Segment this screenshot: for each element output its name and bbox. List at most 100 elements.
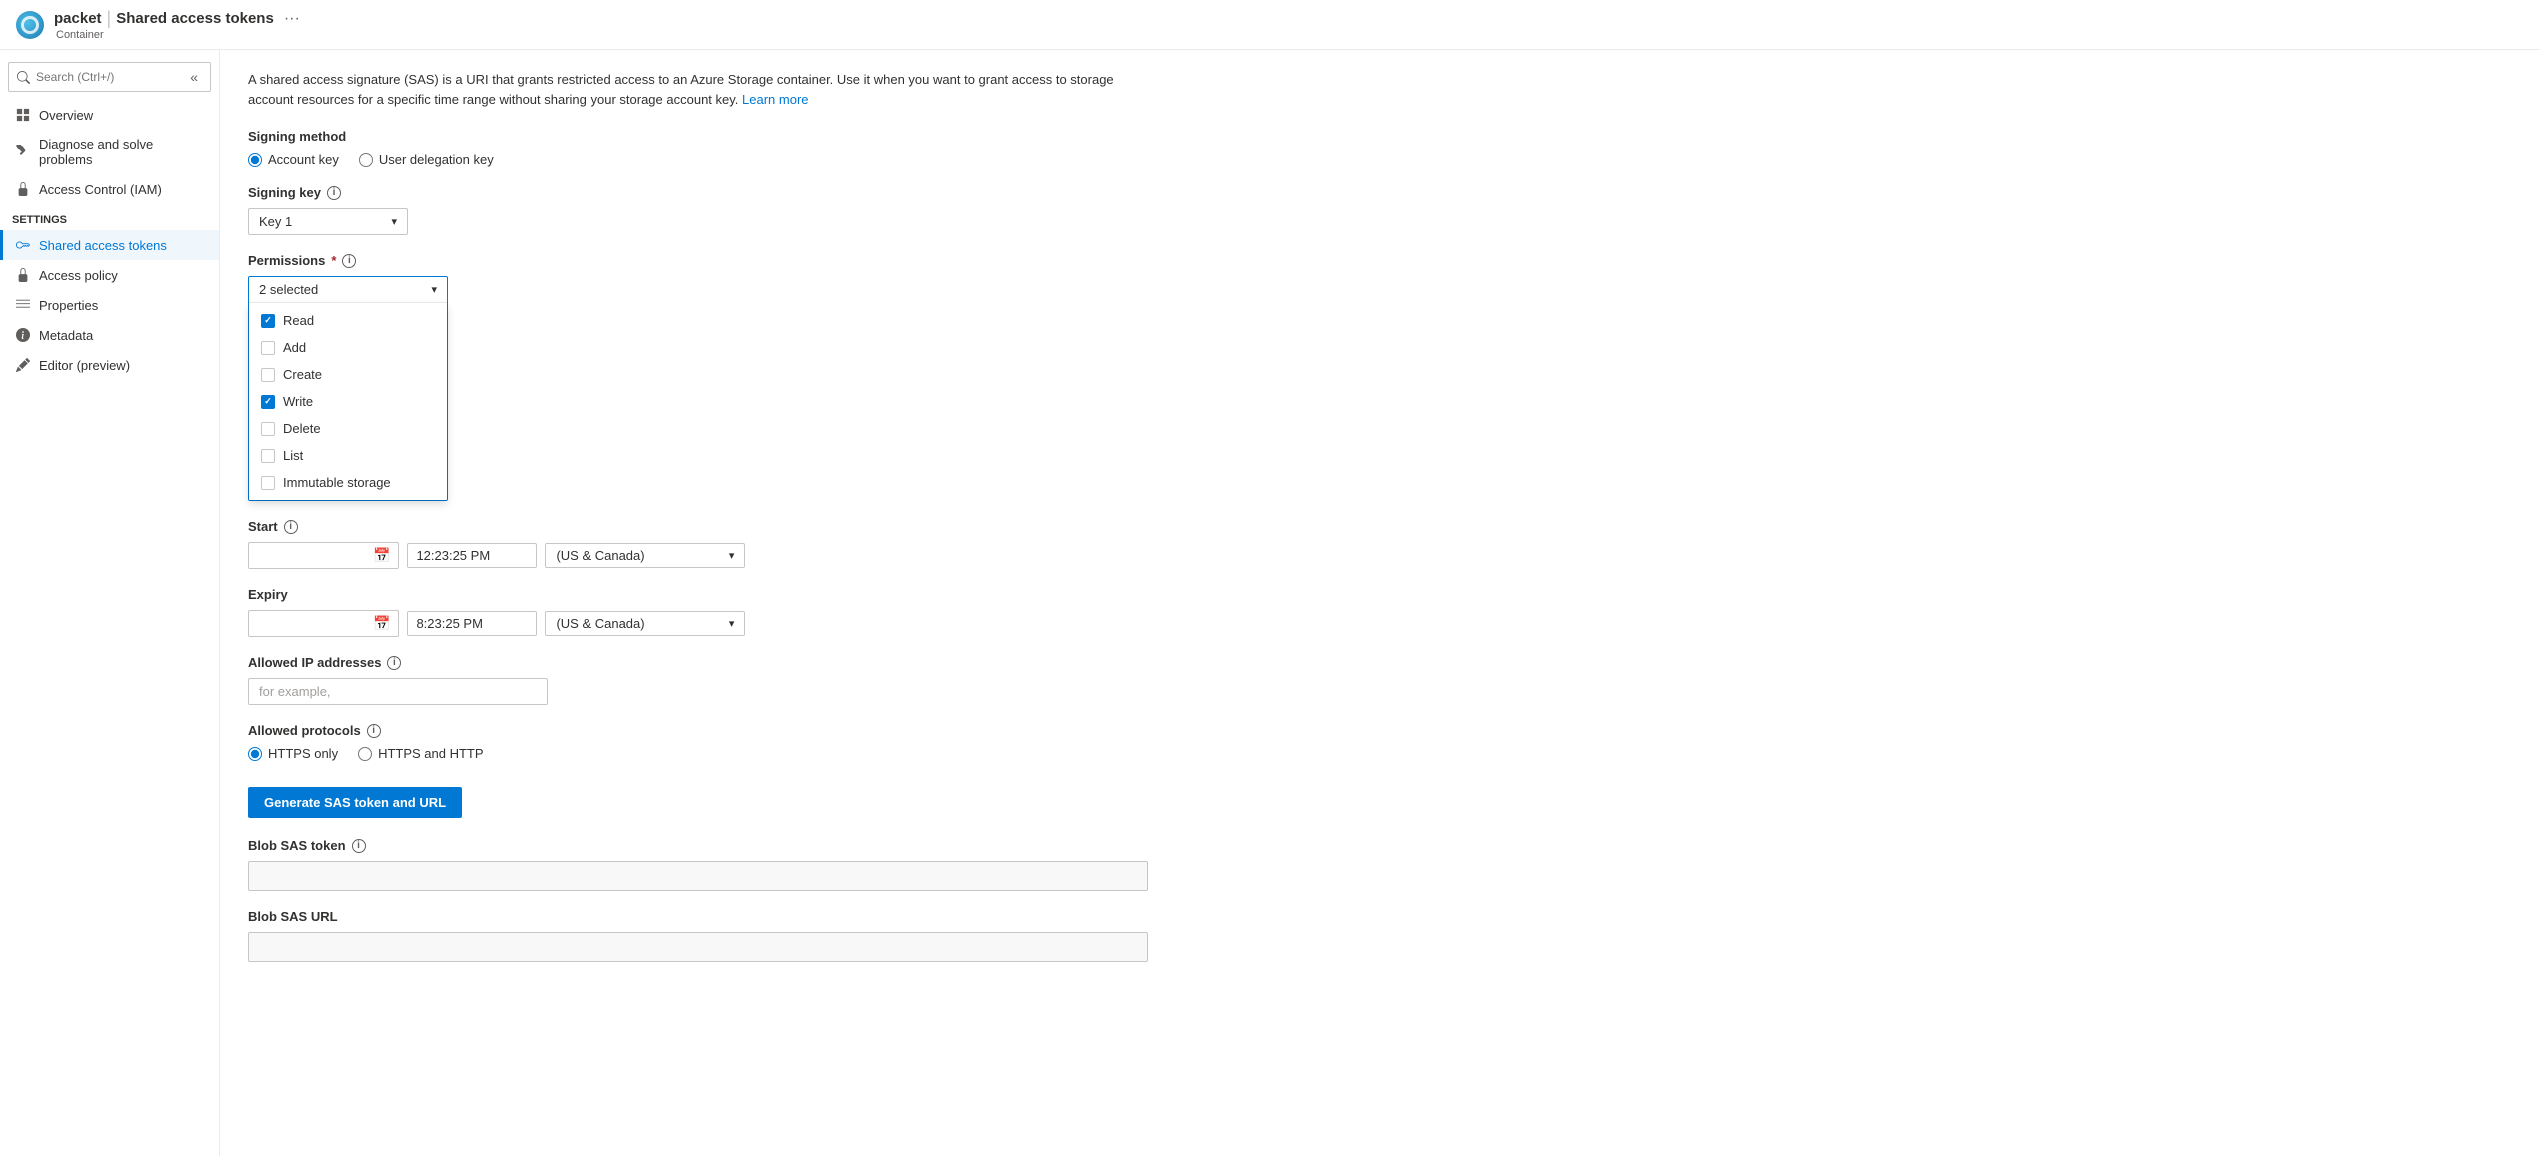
list-label: List	[283, 448, 303, 463]
expiry-date-input-wrapper[interactable]: 📅	[248, 610, 399, 637]
expiry-datetime-section: Expiry 📅 (US & Canada) ▾	[248, 587, 2512, 637]
https-http-radio[interactable]	[358, 747, 372, 761]
expiry-datetime-row: 📅 (US & Canada) ▾	[248, 610, 2512, 637]
pencil-icon	[15, 357, 31, 373]
expiry-date-input[interactable]	[257, 616, 367, 631]
resource-subtitle: Container	[56, 29, 300, 41]
write-checkbox[interactable]	[261, 395, 275, 409]
permissions-list: Read Add Create Write	[249, 303, 447, 500]
overview-icon	[15, 107, 31, 123]
sidebar-diagnose-label: Diagnose and solve problems	[39, 137, 207, 167]
header-ellipsis-menu[interactable]: ···	[284, 10, 300, 28]
page-title: Shared access tokens	[116, 10, 274, 27]
sidebar-item-iam[interactable]: Access Control (IAM)	[0, 174, 219, 204]
https-only-label: HTTPS only	[268, 746, 338, 761]
expiry-calendar-icon[interactable]: 📅	[373, 615, 390, 632]
blob-sas-token-info-icon[interactable]: i	[352, 839, 366, 853]
account-key-label: Account key	[268, 152, 339, 167]
permissions-selected-text: 2 selected	[259, 282, 318, 297]
read-label: Read	[283, 313, 314, 328]
start-date-input[interactable]	[257, 548, 367, 563]
sidebar-shared-access-tokens-label: Shared access tokens	[39, 238, 167, 253]
info-icon	[15, 327, 31, 343]
resource-name: packet	[54, 10, 102, 27]
permissions-dropdown[interactable]: 2 selected ▾ Read Add	[248, 276, 448, 501]
user-delegation-key-option[interactable]: User delegation key	[359, 152, 494, 167]
account-key-radio[interactable]	[248, 153, 262, 167]
app-icon	[16, 11, 44, 39]
immutable-checkbox[interactable]	[261, 476, 275, 490]
signing-key-dropdown[interactable]: Key 1 ▾	[248, 208, 408, 235]
signing-key-info-icon[interactable]: i	[327, 186, 341, 200]
start-timezone-dropdown[interactable]: (US & Canada) ▾	[545, 543, 745, 568]
required-star: *	[331, 253, 336, 268]
expiry-time-input[interactable]	[407, 611, 537, 636]
sidebar-item-properties[interactable]: Properties	[0, 290, 219, 320]
delete-checkbox[interactable]	[261, 422, 275, 436]
sidebar-item-overview[interactable]: Overview	[0, 100, 219, 130]
permissions-section: Permissions * i 2 selected ▾ Read	[248, 253, 2512, 501]
allowed-ip-info-icon[interactable]: i	[387, 656, 401, 670]
https-only-radio[interactable]	[248, 747, 262, 761]
permission-create[interactable]: Create	[249, 361, 447, 388]
create-checkbox[interactable]	[261, 368, 275, 382]
user-delegation-key-radio[interactable]	[359, 153, 373, 167]
start-date-input-wrapper[interactable]: 📅	[248, 542, 399, 569]
allowed-ip-label: Allowed IP addresses i	[248, 655, 2512, 670]
read-checkbox[interactable]	[261, 314, 275, 328]
signing-method-section: Signing method Account key User delegati…	[248, 129, 2512, 167]
search-input[interactable]	[36, 70, 180, 84]
permission-add[interactable]: Add	[249, 334, 447, 361]
delete-label: Delete	[283, 421, 321, 436]
start-info-icon[interactable]: i	[284, 520, 298, 534]
allowed-ip-input[interactable]	[248, 678, 548, 705]
blob-sas-token-label: Blob SAS token i	[248, 838, 2512, 853]
start-timezone-label: (US & Canada)	[556, 548, 644, 563]
permission-list[interactable]: List	[249, 442, 447, 469]
create-label: Create	[283, 367, 322, 382]
protocols-info-icon[interactable]: i	[367, 724, 381, 738]
permission-read[interactable]: Read	[249, 307, 447, 334]
sidebar-item-shared-access-tokens[interactable]: Shared access tokens	[0, 230, 219, 260]
start-time-input[interactable]	[407, 543, 537, 568]
account-key-option[interactable]: Account key	[248, 152, 339, 167]
https-only-option[interactable]: HTTPS only	[248, 746, 338, 761]
sidebar: « Overview Diagnose and solve problems A…	[0, 50, 220, 1156]
signing-method-label: Signing method	[248, 129, 2512, 144]
permission-delete[interactable]: Delete	[249, 415, 447, 442]
signing-key-section: Signing key i Key 1 ▾	[248, 185, 2512, 235]
header-separator: |	[102, 8, 117, 29]
blob-sas-url-label: Blob SAS URL	[248, 909, 2512, 924]
expiry-timezone-dropdown[interactable]: (US & Canada) ▾	[545, 611, 745, 636]
start-calendar-icon[interactable]: 📅	[373, 547, 390, 564]
permission-write[interactable]: Write	[249, 388, 447, 415]
sidebar-properties-label: Properties	[39, 298, 98, 313]
expiry-label: Expiry	[248, 587, 2512, 602]
learn-more-link[interactable]: Learn more	[742, 92, 808, 107]
list-checkbox[interactable]	[261, 449, 275, 463]
permissions-chevron: ▾	[431, 283, 437, 296]
description-text: A shared access signature (SAS) is a URI…	[248, 70, 1148, 109]
start-datetime-row: 📅 (US & Canada) ▾	[248, 542, 2512, 569]
sidebar-collapse-button[interactable]: «	[186, 67, 202, 87]
allowed-ip-section: Allowed IP addresses i	[248, 655, 2512, 705]
sidebar-iam-label: Access Control (IAM)	[39, 182, 162, 197]
permissions-header[interactable]: 2 selected ▾	[249, 277, 447, 303]
https-http-label: HTTPS and HTTP	[378, 746, 483, 761]
signing-method-radio-group: Account key User delegation key	[248, 152, 2512, 167]
permissions-info-icon[interactable]: i	[342, 254, 356, 268]
sidebar-item-diagnose[interactable]: Diagnose and solve problems	[0, 130, 219, 174]
immutable-label: Immutable storage	[283, 475, 391, 490]
https-http-option[interactable]: HTTPS and HTTP	[358, 746, 483, 761]
blob-sas-token-section: Blob SAS token i	[248, 838, 2512, 891]
permission-immutable[interactable]: Immutable storage	[249, 469, 447, 496]
settings-section-label: Settings	[0, 204, 219, 230]
sidebar-item-metadata[interactable]: Metadata	[0, 320, 219, 350]
search-box[interactable]: «	[8, 62, 211, 92]
sidebar-item-editor[interactable]: Editor (preview)	[0, 350, 219, 380]
sidebar-item-access-policy[interactable]: Access policy	[0, 260, 219, 290]
add-label: Add	[283, 340, 306, 355]
main-content: A shared access signature (SAS) is a URI…	[220, 50, 2540, 1156]
add-checkbox[interactable]	[261, 341, 275, 355]
generate-sas-button[interactable]: Generate SAS token and URL	[248, 787, 462, 818]
